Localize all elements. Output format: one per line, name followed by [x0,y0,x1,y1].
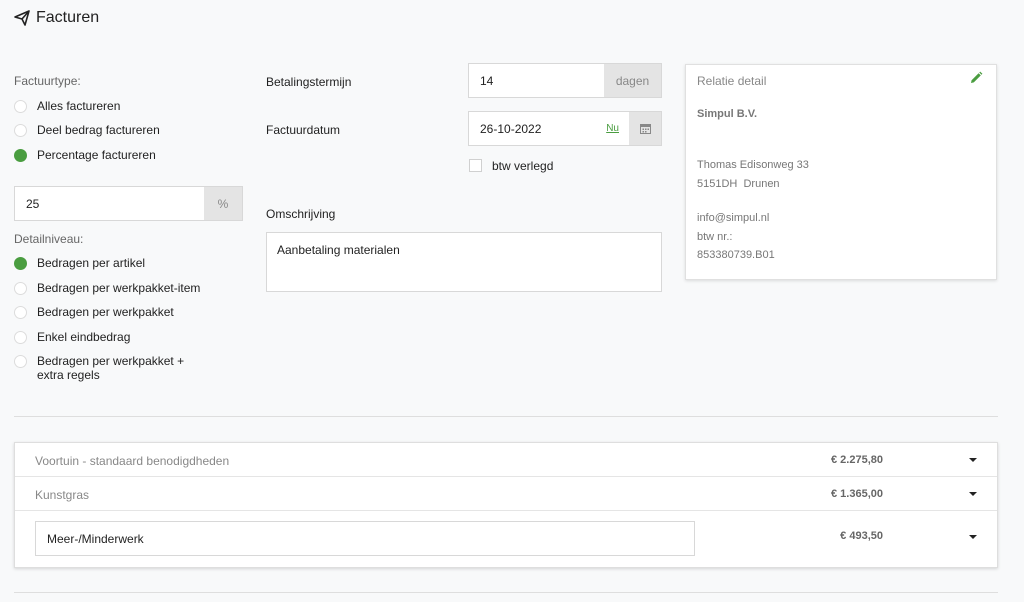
radio-label: Alles factureren [37,99,121,113]
radio-indicator[interactable] [14,331,27,344]
betalingstermijn-input-group: 14 dagen [468,63,662,98]
page-title: Facturen [14,9,99,27]
betalingstermijn-label: Betalingstermijn [266,75,352,89]
line-name: Voortuin - standaard benodigdheden [35,454,230,468]
radio-indicator[interactable] [14,100,27,113]
betalingstermijn-unit: dagen [604,64,661,97]
radio-indicator[interactable] [14,282,27,295]
betalingstermijn-input[interactable]: 14 [469,64,604,97]
nu-link[interactable]: Nu [606,112,619,145]
divider [14,592,998,593]
divider [14,416,998,417]
paper-plane-icon [14,10,30,26]
table-row[interactable]: Voortuin - standaard benodigdheden € 2.2… [15,443,997,477]
omschrijving-label: Omschrijving [266,207,336,221]
radio-label: Deel bedrag factureren [37,123,160,137]
chevron-down-icon[interactable] [969,535,977,539]
relatie-name: Simpul B.V. [697,108,758,120]
pencil-icon[interactable] [969,71,983,85]
chevron-down-icon[interactable] [969,492,977,496]
radio-label: Enkel eindbedrag [37,330,131,344]
btw-verlegd-checkbox[interactable] [469,159,482,172]
factuurtype-label: Factuurtype: [14,74,81,88]
radio-bedragen-per-werkpakket[interactable]: Bedragen per werkpakket [14,305,174,319]
radio-label: Percentage factureren [37,148,156,162]
btw-verlegd-label: btw verlegd [492,159,554,173]
table-row[interactable]: Kunstgras € 1.365,00 [15,477,997,511]
radio-deel-bedrag-factureren[interactable]: Deel bedrag factureren [14,123,160,137]
card-title: Relatie detail [697,74,767,88]
relatie-btw-number: 853380739.B01 [697,249,775,261]
radio-indicator[interactable] [14,124,27,137]
line-name-input[interactable]: Meer-/Minderwerk [35,521,695,556]
table-row[interactable]: Meer-/Minderwerk € 493,50 [15,511,997,567]
detailniveau-label: Detailniveau: [14,232,84,246]
calendar-icon [639,124,651,134]
factuurdatum-input[interactable]: 26-10-2022 [469,112,606,145]
percentage-input-group: 25 % [14,186,243,221]
factuurdatum-label: Factuurdatum [266,123,341,137]
relatie-street: Thomas Edisonweg 33 [697,159,809,171]
invoice-lines: Voortuin - standaard benodigdheden € 2.2… [14,442,998,568]
percentage-unit: % [204,187,242,220]
page-title-text: Facturen [36,9,100,26]
relatie-email: info@simpul.nl [697,212,770,224]
factuurdatum-input-group: 26-10-2022 Nu [468,111,662,146]
radio-indicator-selected[interactable] [14,257,27,270]
line-amount: € 493,50 [840,530,883,542]
radio-indicator-selected[interactable] [14,149,27,162]
radio-bedragen-per-artikel[interactable]: Bedragen per artikel [14,256,145,270]
radio-indicator[interactable] [14,306,27,319]
radio-enkel-eindbedrag[interactable]: Enkel eindbedrag [14,330,130,344]
radio-label: Bedragen per werkpakket + extra regels [37,354,185,382]
radio-label: Bedragen per werkpakket [37,305,174,319]
radio-label: Bedragen per artikel [37,256,146,270]
radio-indicator[interactable] [14,355,27,368]
relatie-postcode-city: 5151DH Drunen [697,178,780,190]
radio-bedragen-per-werkpakket-extra[interactable]: Bedragen per werkpakket + extra regels [14,354,214,382]
line-amount: € 1.365,00 [831,488,883,500]
relatie-btw-label: btw nr.: [697,231,733,243]
line-amount: € 2.275,80 [831,454,883,466]
radio-bedragen-per-werkpakket-item[interactable]: Bedragen per werkpakket-item [14,281,200,295]
radio-alles-factureren[interactable]: Alles factureren [14,99,120,113]
calendar-button[interactable] [629,112,661,145]
omschrijving-textarea[interactable]: Aanbetaling materialen [266,232,662,292]
radio-percentage-factureren[interactable]: Percentage factureren [14,148,156,162]
chevron-down-icon[interactable] [969,458,977,462]
line-name: Kunstgras [35,488,90,502]
relatie-detail-card: Relatie detail Simpul B.V. Thomas Edison… [685,64,997,280]
radio-label: Bedragen per werkpakket-item [37,281,201,295]
percentage-input[interactable]: 25 [15,187,204,220]
